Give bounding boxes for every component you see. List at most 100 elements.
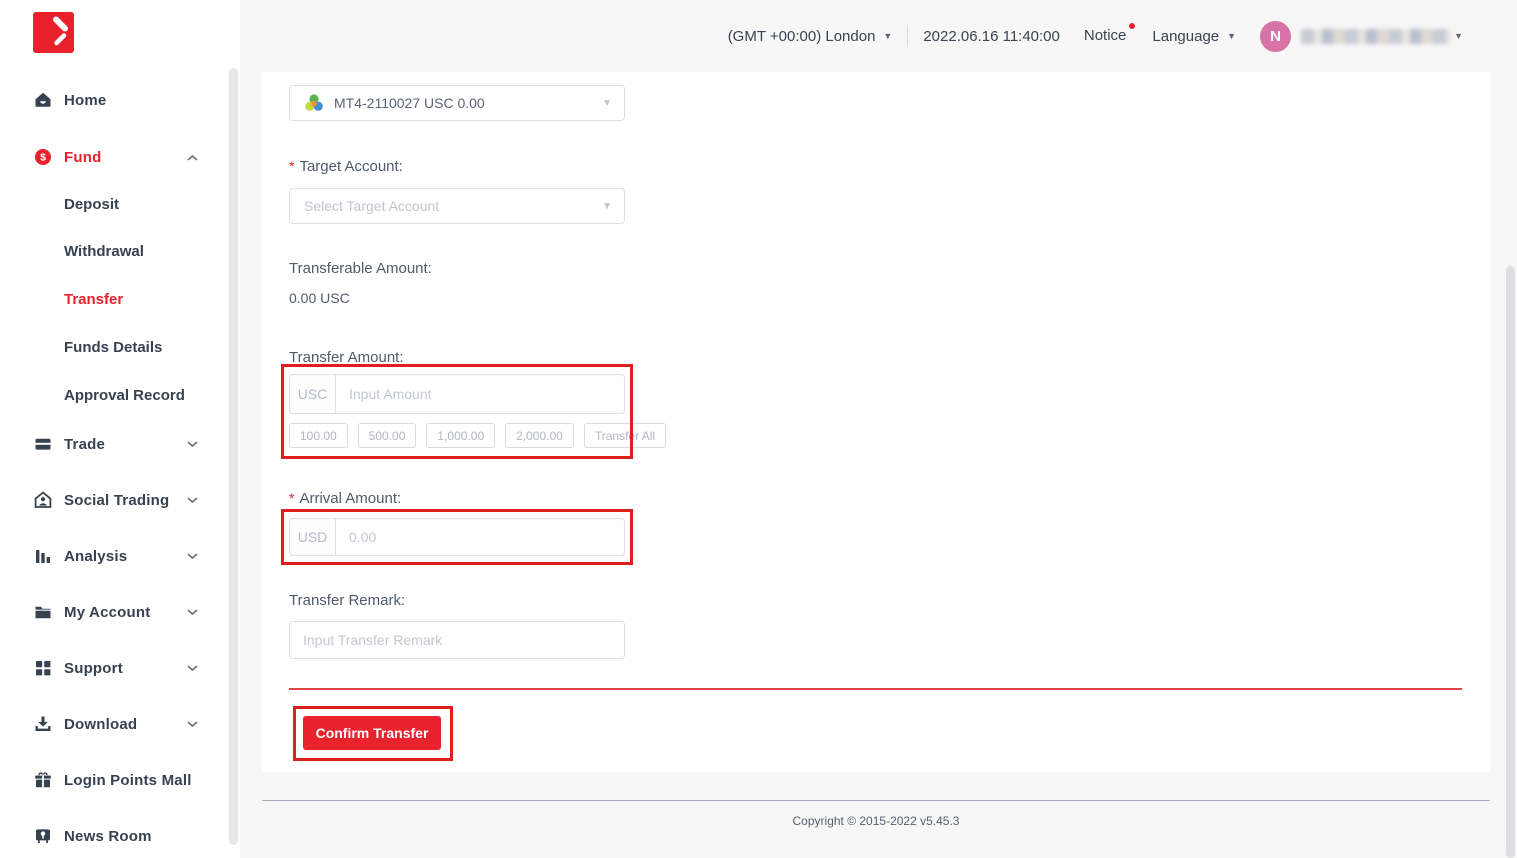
- transfer-all-button[interactable]: Transfer All: [584, 423, 666, 448]
- dropdown-arrow-icon: ▼: [602, 201, 612, 212]
- brand-logo[interactable]: [33, 12, 74, 53]
- sidebar-scrollbar[interactable]: [229, 68, 238, 845]
- home-icon: [34, 91, 52, 109]
- top-header: (GMT +00:00) London ▼ 2022.06.16 11:40:0…: [240, 0, 1490, 72]
- sidebar-item-trade[interactable]: Trade: [0, 432, 240, 456]
- user-avatar[interactable]: N: [1260, 21, 1291, 52]
- fund-icon: $: [34, 148, 52, 166]
- sidebar-item-label: Home: [64, 92, 106, 109]
- transfer-currency-label: USC: [290, 375, 336, 413]
- language-selector[interactable]: Language ▼: [1152, 28, 1236, 45]
- sub-item-label: Approval Record: [64, 387, 185, 404]
- caret-down-icon: ▼: [1454, 31, 1463, 41]
- chevron-down-icon: [187, 553, 198, 560]
- chevron-down-icon: [187, 497, 198, 504]
- main-card: [262, 72, 1490, 772]
- sidebar-item-deposit[interactable]: Deposit: [0, 192, 240, 216]
- required-mark: *: [289, 158, 294, 174]
- notice-label: Notice: [1084, 27, 1127, 44]
- sidebar-item-download[interactable]: Download: [0, 712, 240, 736]
- sidebar-item-my-account[interactable]: My Account: [0, 600, 240, 624]
- notice-link[interactable]: Notice: [1084, 27, 1127, 45]
- sidebar-item-label: My Account: [64, 604, 150, 621]
- sidebar-item-label: Social Trading: [64, 492, 169, 509]
- arrival-amount-input[interactable]: [336, 519, 624, 555]
- sidebar-item-label: Fund: [64, 149, 101, 166]
- chevron-down-icon: [187, 441, 198, 448]
- sub-item-label: Transfer: [64, 291, 123, 308]
- sidebar: Home $ Fund Deposit Withdrawal Transfer …: [0, 0, 240, 858]
- chevron-down-icon: [187, 665, 198, 672]
- timezone-selector[interactable]: (GMT +00:00) London: [728, 28, 876, 45]
- chevron-up-icon: [187, 154, 198, 161]
- sidebar-item-label: News Room: [64, 828, 152, 845]
- username-redacted[interactable]: [1301, 29, 1451, 44]
- arrival-currency-label: USD: [290, 519, 336, 555]
- page-scrollbar[interactable]: [1506, 266, 1515, 858]
- confirm-transfer-button[interactable]: Confirm Transfer: [303, 716, 441, 750]
- dropdown-arrow-icon: ▼: [602, 98, 612, 109]
- sidebar-item-login-points-mall[interactable]: Login Points Mall: [0, 768, 240, 792]
- svg-text:$: $: [40, 152, 46, 164]
- quick-amount-500-button[interactable]: 500.00: [358, 423, 417, 448]
- sidebar-item-social-trading[interactable]: Social Trading: [0, 488, 240, 512]
- sidebar-item-fund[interactable]: $ Fund: [0, 145, 240, 169]
- arrival-amount-group: USD: [289, 518, 625, 556]
- transfer-remark-input[interactable]: [289, 621, 625, 659]
- quick-amount-2000-button[interactable]: 2,000.00: [505, 423, 574, 448]
- notice-badge-dot: [1129, 23, 1135, 29]
- sidebar-item-label: Login Points Mall: [64, 772, 192, 789]
- target-account-placeholder: Select Target Account: [304, 198, 439, 214]
- transferable-amount-value: 0.00 USC: [289, 290, 350, 306]
- arrival-amount-label: *Arrival Amount:: [289, 490, 401, 507]
- my-account-icon: [34, 603, 52, 621]
- mt4-logo-icon: [304, 93, 324, 113]
- transfer-amount-group: USC: [289, 374, 625, 414]
- sidebar-item-withdrawal[interactable]: Withdrawal: [0, 239, 240, 263]
- sidebar-item-label: Trade: [64, 436, 105, 453]
- sub-item-label: Withdrawal: [64, 243, 144, 260]
- quick-amount-row: 100.00 500.00 1,000.00 2,000.00 Transfer…: [289, 423, 666, 448]
- copyright-text: Copyright © 2015-2022 v5.45.3: [262, 814, 1490, 828]
- sidebar-item-analysis[interactable]: Analysis: [0, 544, 240, 568]
- sidebar-item-home[interactable]: Home: [0, 88, 240, 112]
- footer-divider: [262, 800, 1490, 801]
- sidebar-item-label: Download: [64, 716, 137, 733]
- source-account-value: MT4-2110027 USC 0.00: [334, 95, 485, 111]
- news-room-icon: [34, 827, 52, 845]
- sidebar-item-label: Analysis: [64, 548, 127, 565]
- transfer-remark-label: Transfer Remark:: [289, 592, 405, 609]
- sidebar-item-label: Support: [64, 660, 123, 677]
- chevron-down-icon: [187, 721, 198, 728]
- form-red-divider: [289, 688, 1462, 690]
- caret-down-icon: ▼: [1227, 31, 1236, 41]
- sidebar-item-news-room[interactable]: News Room: [0, 824, 240, 848]
- sidebar-item-transfer[interactable]: Transfer: [0, 287, 240, 311]
- chevron-down-icon: [187, 609, 198, 616]
- social-trading-icon: [34, 491, 52, 509]
- datetime-display: 2022.06.16 11:40:00: [923, 28, 1060, 45]
- header-divider: [907, 25, 908, 47]
- sub-item-label: Deposit: [64, 196, 119, 213]
- trade-icon: [34, 435, 52, 453]
- target-account-select[interactable]: Select Target Account ▼: [289, 188, 625, 224]
- transferable-amount-label: Transferable Amount:: [289, 260, 432, 277]
- transfer-amount-input[interactable]: [336, 375, 624, 413]
- sidebar-item-funds-details[interactable]: Funds Details: [0, 335, 240, 359]
- sidebar-item-support[interactable]: Support: [0, 656, 240, 680]
- quick-amount-100-button[interactable]: 100.00: [289, 423, 348, 448]
- language-label: Language: [1152, 28, 1219, 45]
- analysis-icon: [34, 547, 52, 565]
- source-account-select[interactable]: MT4-2110027 USC 0.00 ▼: [289, 85, 625, 121]
- quick-amount-1000-button[interactable]: 1,000.00: [426, 423, 495, 448]
- target-account-label: *Target Account:: [289, 158, 403, 175]
- caret-down-icon: ▼: [883, 31, 892, 41]
- gift-icon: [34, 771, 52, 789]
- download-icon: [34, 715, 52, 733]
- sub-item-label: Funds Details: [64, 339, 162, 356]
- required-mark: *: [289, 490, 294, 506]
- transfer-amount-label: Transfer Amount:: [289, 349, 404, 366]
- support-icon: [34, 659, 52, 677]
- transfer-page: Home $ Fund Deposit Withdrawal Transfer …: [0, 0, 1517, 858]
- sidebar-item-approval-record[interactable]: Approval Record: [0, 383, 240, 407]
